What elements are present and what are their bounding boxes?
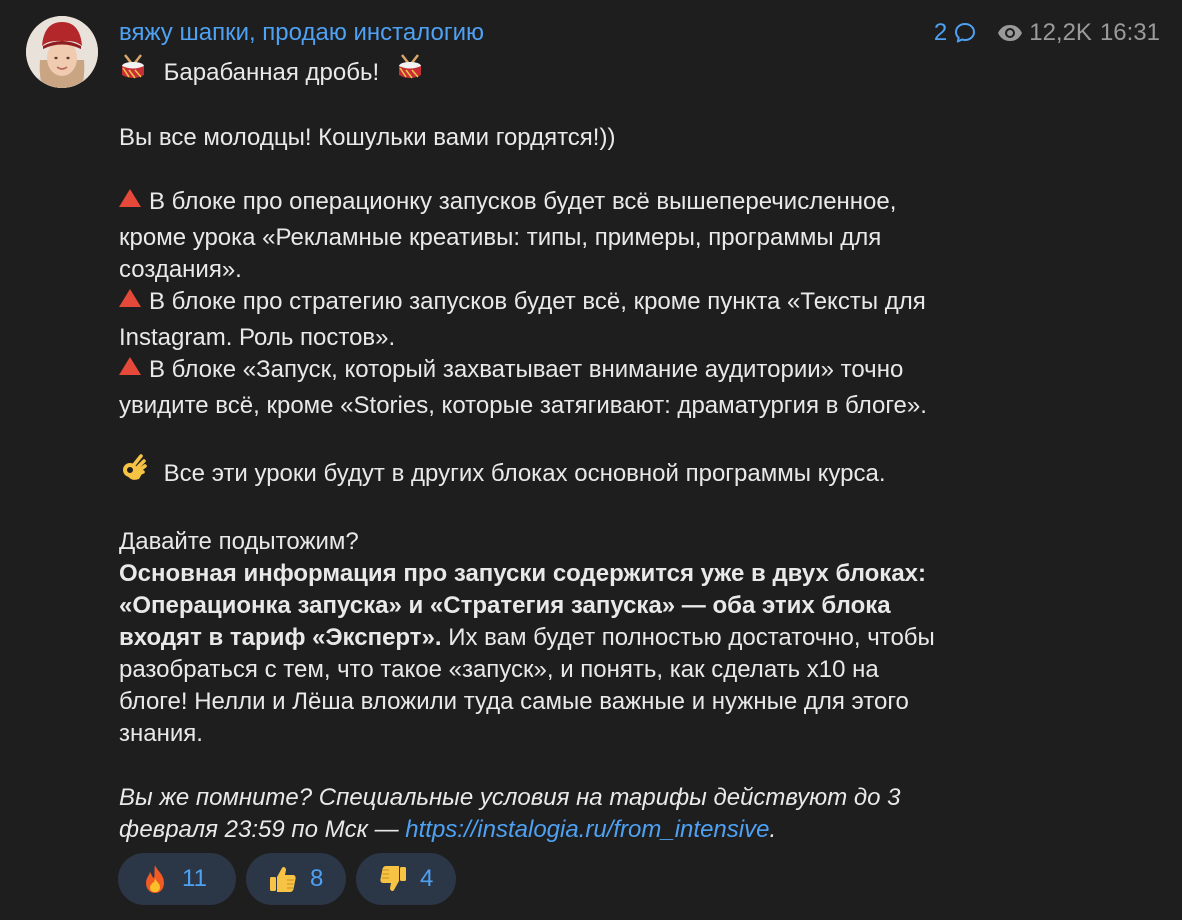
text-line: В блоке «Запуск, который захватывает вни… bbox=[119, 354, 1079, 386]
reaction-count: 4 bbox=[420, 865, 434, 892]
fire-icon bbox=[140, 864, 170, 894]
thumbs-down-icon bbox=[378, 864, 408, 894]
text-fragment: февраля 23:59 по Мск — bbox=[119, 816, 406, 844]
text-line-italic: февраля 23:59 по Мск — https://instalogi… bbox=[119, 814, 1079, 846]
eye-icon bbox=[998, 25, 1023, 41]
text-line: Вы все молодцы! Кошульки вами гордятся!)… bbox=[119, 124, 616, 152]
comments-button[interactable]: 2 bbox=[934, 19, 977, 47]
text-line: Все эти уроки будут в других блоках осно… bbox=[119, 454, 1079, 492]
bullet-text: В блоке «Запуск, который захватывает вни… bbox=[149, 356, 904, 384]
red-triangle-icon bbox=[119, 357, 141, 376]
drum-icon bbox=[119, 53, 147, 90]
text-line-bold: Основная информация про запуски содержит… bbox=[119, 560, 926, 588]
red-triangle-icon bbox=[119, 289, 141, 308]
drum-icon bbox=[396, 53, 424, 90]
post-text: Барабанная дробь! Вы все молодцы! Кошуль… bbox=[119, 54, 1079, 846]
post-line-drumroll: Барабанная дробь! bbox=[163, 59, 380, 86]
post-time: 16:31 bbox=[1099, 19, 1160, 46]
ok-line-text: Все эти уроки будут в других блоках осно… bbox=[163, 460, 886, 487]
post-meta: 2 12,2K 16:31 bbox=[934, 17, 1160, 49]
intensive-link[interactable]: https://instalogia.ru/from_intensive bbox=[405, 816, 769, 843]
bullet-text: В блоке про операционку запусков будет в… bbox=[149, 188, 897, 216]
reaction-fire[interactable]: 11 bbox=[118, 853, 236, 905]
ok-hand-icon bbox=[119, 453, 149, 492]
views-count: 12,2K bbox=[1029, 19, 1092, 46]
reactions-bar: 11 8 4 bbox=[118, 853, 456, 905]
thumbs-up-icon bbox=[268, 864, 298, 894]
text-line-bold: «Операционка запуска» и «Стратегия запус… bbox=[119, 592, 891, 620]
text-line: увидите всё, кроме «Stories, которые зат… bbox=[119, 392, 927, 420]
text-line: Давайте подытожим? bbox=[119, 528, 359, 556]
comments-count: 2 bbox=[933, 19, 948, 46]
text-line-italic: Вы же помните? Специальные условия на та… bbox=[119, 784, 901, 812]
text-line: В блоке про стратегию запусков будет всё… bbox=[119, 286, 1079, 318]
bold-fragment: входят в тариф «Эксперт». bbox=[119, 624, 442, 652]
text-line: входят в тариф «Эксперт». Их вам будет п… bbox=[119, 622, 1079, 654]
text-fragment: Их вам будет полностью достаточно, чтобы bbox=[441, 624, 935, 652]
text-line: Барабанная дробь! bbox=[119, 54, 1079, 90]
text-line: кроме урока «Рекламные креативы: типы, п… bbox=[119, 224, 882, 252]
red-triangle-icon bbox=[119, 189, 141, 208]
channel-avatar[interactable] bbox=[26, 16, 98, 88]
comment-bubble-icon bbox=[955, 23, 976, 43]
text-line: В блоке про операционку запусков будет в… bbox=[119, 186, 1079, 218]
text-line: создания». bbox=[119, 256, 242, 284]
reaction-thumbs-up[interactable]: 8 bbox=[246, 853, 346, 905]
text-line: знания. bbox=[119, 720, 203, 748]
reaction-count: 11 bbox=[182, 865, 207, 892]
bullet-text: В блоке про стратегию запусков будет всё… bbox=[149, 288, 926, 316]
text-line: блоге! Нелли и Лёша вложили туда самые в… bbox=[119, 688, 909, 716]
text-line: Instagram. Роль постов». bbox=[119, 324, 396, 352]
channel-post: вяжу шапки, продаю инсталогию 2 12,2K 16… bbox=[0, 0, 1182, 920]
channel-name[interactable]: вяжу шапки, продаю инсталогию bbox=[119, 17, 484, 49]
reaction-count: 8 bbox=[310, 865, 324, 892]
reaction-thumbs-down[interactable]: 4 bbox=[356, 853, 456, 905]
views-counter: 12,2K bbox=[997, 19, 1092, 47]
text-line: разобраться с тем, что такое «запуск», и… bbox=[119, 656, 879, 684]
text-fragment: . bbox=[769, 816, 777, 844]
